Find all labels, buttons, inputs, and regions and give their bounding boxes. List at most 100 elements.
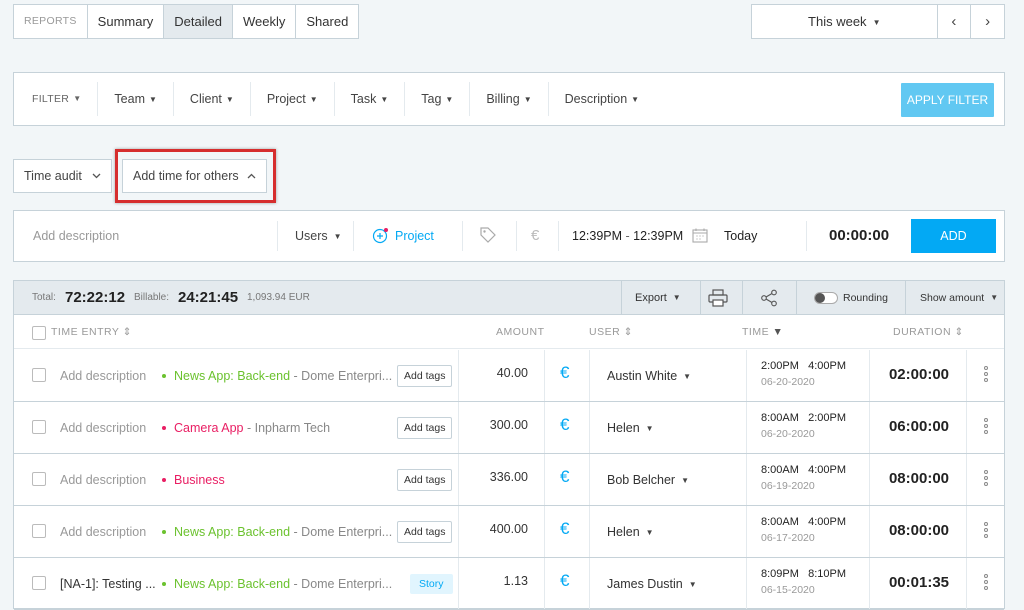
select-all-checkbox[interactable] (32, 326, 46, 340)
entry-time-range[interactable]: 2:00PM 4:00PM (761, 358, 846, 374)
tab-summary[interactable]: Summary (87, 4, 165, 39)
tag-filter[interactable]: Tag ▼ (405, 82, 471, 116)
project-filter[interactable]: Project ▼ (251, 82, 335, 116)
show-amount-label: Show amount (920, 292, 985, 304)
entry-project[interactable]: News App: Back-end - Dome Enterpri... (162, 368, 392, 384)
duration-input[interactable]: 00:00:00 (829, 211, 889, 261)
rounding-toggle[interactable] (814, 292, 838, 304)
more-options-icon[interactable] (984, 522, 988, 540)
entry-time-range[interactable]: 8:09PM 8:10PM (761, 566, 846, 582)
time-range-input[interactable]: 12:39PM - 12:39PM (572, 211, 683, 261)
row-checkbox[interactable] (32, 420, 46, 434)
col-time-entry[interactable]: TIME ENTRY ⇕ (51, 316, 132, 349)
caret-down-icon: ▼ (445, 95, 454, 104)
entry-date[interactable]: 06-20-2020 (761, 374, 815, 390)
tab-detailed[interactable]: Detailed (164, 4, 233, 39)
tab-reports[interactable]: REPORTS (13, 4, 88, 39)
entry-date[interactable]: 06-15-2020 (761, 582, 815, 598)
tab-weekly[interactable]: Weekly (233, 4, 297, 39)
share-button[interactable] (760, 289, 778, 307)
entry-time-range[interactable]: 8:00AM 4:00PM (761, 462, 846, 478)
date-picker[interactable]: Today (692, 211, 757, 261)
entry-user-dropdown[interactable]: Helen ▼ (607, 420, 654, 437)
task-filter[interactable]: Task ▼ (335, 82, 406, 116)
col-duration[interactable]: DURATION ⇕ (893, 316, 964, 349)
project-name: Business (174, 473, 225, 487)
entry-description[interactable]: Add description (60, 420, 146, 436)
filter-dropdown[interactable]: FILTER ▼ (14, 82, 99, 116)
billable-euro-icon[interactable]: € (560, 519, 569, 539)
entry-date[interactable]: 06-19-2020 (761, 478, 815, 494)
table-row[interactable]: Add description Camera App - Inpharm Tech… (14, 402, 1004, 454)
billable-euro-icon[interactable]: € (560, 571, 569, 591)
next-week-button[interactable]: › (971, 4, 1005, 39)
entry-time-range[interactable]: 8:00AM 2:00PM (761, 410, 846, 426)
team-filter[interactable]: Team ▼ (98, 82, 174, 116)
description-input[interactable]: Add description (33, 211, 119, 261)
time-audit-dropdown[interactable]: Time audit (13, 159, 112, 193)
add-button[interactable]: ADD (911, 219, 996, 253)
client-filter[interactable]: Client ▼ (174, 82, 251, 116)
add-tags-button[interactable]: Add tags (397, 521, 453, 543)
col-user[interactable]: USER ⇕ (589, 316, 633, 349)
tab-shared[interactable]: Shared (296, 4, 360, 39)
entry-project[interactable]: Business (162, 472, 225, 488)
entry-date[interactable]: 06-17-2020 (761, 530, 815, 546)
entry-description[interactable]: [NA-1]: Testing ... (60, 576, 156, 592)
entry-project[interactable]: News App: Back-end - Dome Enterpri... (162, 524, 392, 540)
add-tags-button[interactable]: Add tags (397, 365, 453, 387)
entry-time-range[interactable]: 8:00AM 4:00PM (761, 514, 846, 530)
row-checkbox[interactable] (32, 576, 46, 590)
table-row[interactable]: Add description Business Add tags 336.00 € Bo… (14, 454, 1004, 506)
billable-euro-icon[interactable]: € (560, 467, 569, 487)
tag-label: Tag (421, 92, 442, 106)
entry-project[interactable]: Camera App - Inpharm Tech (162, 420, 330, 436)
entry-duration[interactable]: 08:00:00 (889, 470, 949, 487)
entry-description[interactable]: Add description (60, 472, 146, 488)
row-checkbox[interactable] (32, 368, 46, 382)
apply-filter-button[interactable]: APPLY FILTER (901, 83, 994, 117)
project-color-dot (162, 530, 166, 534)
export-dropdown[interactable]: Export ▼ (635, 281, 681, 315)
entry-user-dropdown[interactable]: Austin White ▼ (607, 368, 691, 385)
entry-duration[interactable]: 06:00:00 (889, 418, 949, 435)
billable-toggle[interactable]: € (531, 211, 539, 261)
entry-duration[interactable]: 08:00:00 (889, 522, 949, 539)
entry-description[interactable]: Add description (60, 524, 146, 540)
entry-description[interactable]: Add description (60, 368, 146, 384)
row-checkbox[interactable] (32, 524, 46, 538)
entry-user-dropdown[interactable]: Helen ▼ (607, 524, 654, 541)
entry-date[interactable]: 06-20-2020 (761, 426, 815, 442)
table-row[interactable]: Add description News App: Back-end - Dome… (14, 350, 1004, 402)
col-time[interactable]: TIME ▼ (742, 316, 783, 349)
billable-euro-icon[interactable]: € (560, 415, 569, 435)
table-row[interactable]: [NA-1]: Testing ... News App: Back-end - … (14, 558, 1004, 610)
more-options-icon[interactable] (984, 418, 988, 436)
entry-duration[interactable]: 00:01:35 (889, 574, 949, 591)
users-dropdown[interactable]: Users ▼ (295, 211, 342, 261)
entry-user-dropdown[interactable]: Bob Belcher ▼ (607, 472, 689, 489)
date-range-dropdown[interactable]: This week ▼ (751, 4, 938, 39)
billable-euro-icon[interactable]: € (560, 363, 569, 383)
billable-value: 24:21:45 (178, 289, 239, 306)
start-time: 8:00AM (761, 516, 799, 528)
tag-button[interactable] (479, 211, 497, 261)
table-row[interactable]: Add description News App: Back-end - Dome… (14, 506, 1004, 558)
more-options-icon[interactable] (984, 574, 988, 592)
entry-user-dropdown[interactable]: James Dustin ▼ (607, 576, 697, 593)
project-picker[interactable]: Project (372, 211, 434, 261)
more-options-icon[interactable] (984, 470, 988, 488)
add-tags-button[interactable]: Add tags (397, 469, 453, 491)
row-checkbox[interactable] (32, 472, 46, 486)
entry-duration[interactable]: 02:00:00 (889, 366, 949, 383)
billing-filter[interactable]: Billing ▼ (470, 82, 549, 116)
print-button[interactable] (708, 289, 728, 307)
more-options-icon[interactable] (984, 366, 988, 384)
show-amount-dropdown[interactable]: Show amount ▼ (920, 281, 998, 315)
tag-badge[interactable]: Story (410, 574, 453, 594)
start-time: 12:39PM (572, 229, 623, 243)
prev-week-button[interactable]: ‹ (937, 4, 972, 39)
entry-project[interactable]: News App: Back-end - Dome Enterpri... (162, 576, 392, 592)
description-filter[interactable]: Description ▼ (549, 82, 655, 116)
add-tags-button[interactable]: Add tags (397, 417, 453, 439)
